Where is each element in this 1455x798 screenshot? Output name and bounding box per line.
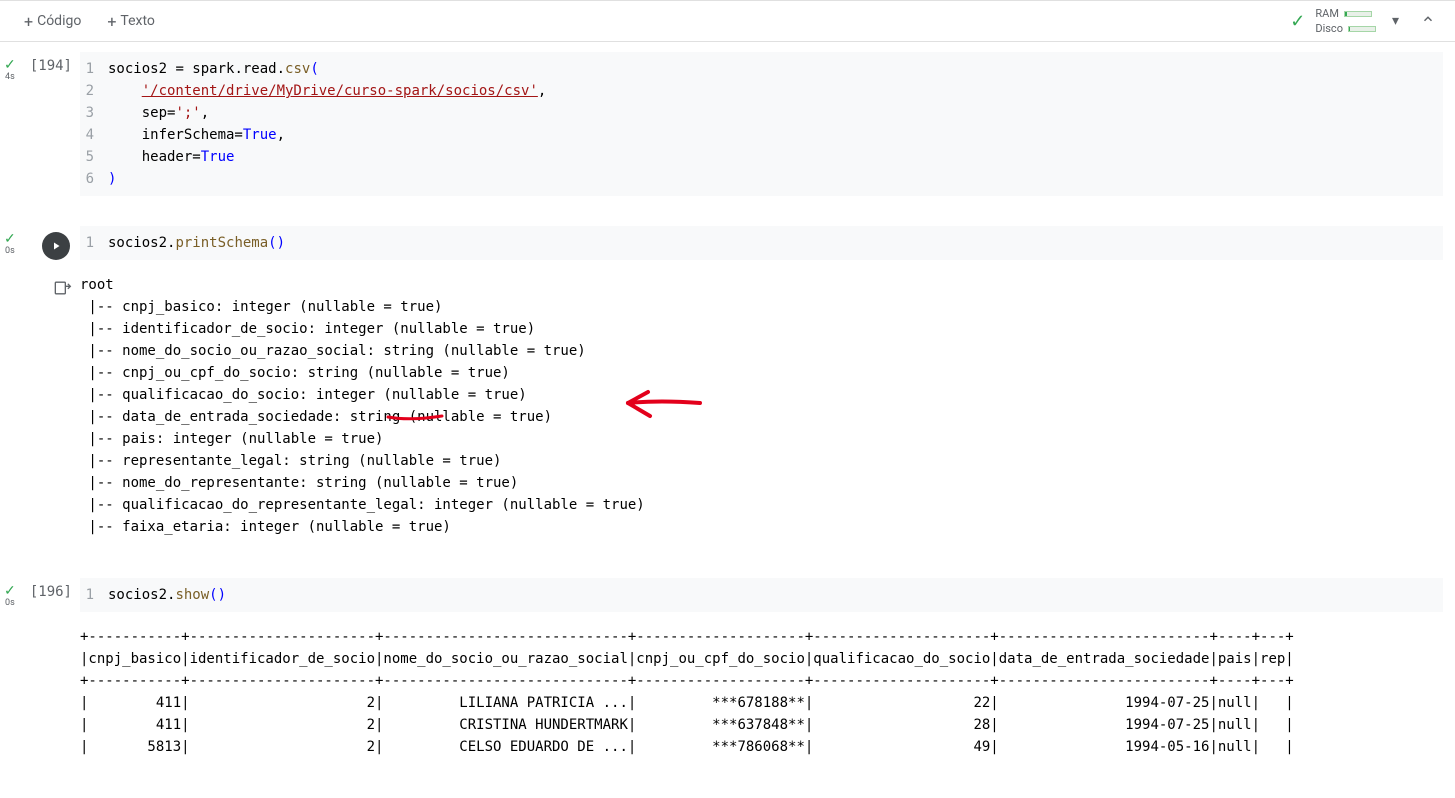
add-code-button[interactable]: + Código	[14, 8, 91, 35]
line-number: 6	[80, 168, 108, 190]
cell-gutter	[0, 268, 80, 548]
cell-content: 1socios2 = spark.read.csv(2 '/content/dr…	[80, 52, 1455, 196]
cell-gutter	[0, 620, 80, 758]
line-number: 1	[80, 232, 108, 254]
disk-bar	[1348, 26, 1376, 32]
run-cell-button[interactable]	[42, 232, 70, 260]
code-line: 4 inferSchema=True,	[80, 124, 1443, 146]
line-number: 5	[80, 146, 108, 168]
code-editor[interactable]: 1socios2 = spark.read.csv(2 '/content/dr…	[80, 52, 1443, 196]
resource-indicator[interactable]: RAM Disco	[1315, 7, 1376, 35]
code-text: inferSchema=True,	[108, 124, 285, 146]
code-text: '/content/drive/MyDrive/curso-spark/soci…	[108, 80, 546, 102]
toolbar: + Código + Texto ✓ RAM Disco ▾	[0, 0, 1455, 42]
line-number: 4	[80, 124, 108, 146]
cell-gutter: ✓0s	[0, 226, 80, 260]
code-line: 3 sep=';',	[80, 102, 1443, 124]
handdrawn-annotation	[80, 268, 800, 528]
exec-time: 0s	[5, 246, 15, 256]
code-text: socios2.show()	[108, 584, 226, 606]
code-text: )	[108, 168, 116, 190]
code-text: socios2 = spark.read.csv(	[108, 58, 319, 80]
code-line: 1socios2.show()	[80, 584, 1443, 606]
code-line: 6)	[80, 168, 1443, 190]
cell-content: 1socios2.show()	[80, 578, 1455, 612]
table-output: +-----------+----------------------+----…	[80, 620, 1443, 758]
code-cell: ✓0s [196] 1socios2.show()	[0, 574, 1455, 616]
status-check-icon: ✓	[1290, 11, 1305, 32]
code-line: 2 '/content/drive/MyDrive/curso-spark/so…	[80, 80, 1443, 102]
exec-time: 0s	[5, 598, 15, 608]
cell-content: 1socios2.printSchema()	[80, 226, 1455, 260]
resource-dropdown-button[interactable]: ▾	[1386, 9, 1405, 33]
ram-label: RAM	[1315, 7, 1339, 20]
code-editor[interactable]: 1socios2.printSchema()	[80, 226, 1443, 260]
notebook-cells: ✓4s[194]1socios2 = spark.read.csv(2 '/co…	[0, 42, 1455, 762]
disk-label: Disco	[1315, 22, 1343, 35]
code-line: 1socios2 = spark.read.csv(	[80, 58, 1443, 80]
code-text: sep=';',	[108, 102, 209, 124]
check-icon: ✓	[4, 58, 16, 72]
code-text: socios2.printSchema()	[108, 232, 285, 254]
plus-icon: +	[24, 12, 33, 31]
output-content: +-----------+----------------------+----…	[80, 620, 1455, 758]
check-icon: ✓	[4, 584, 16, 598]
exec-time: 4s	[5, 72, 15, 82]
line-number: 3	[80, 102, 108, 124]
exec-status: ✓0s	[4, 232, 16, 256]
code-editor[interactable]: 1socios2.show()	[80, 578, 1443, 612]
output-content: root |-- cnpj_basico: integer (nullable …	[80, 268, 1455, 548]
add-text-button[interactable]: + Texto	[97, 8, 165, 35]
check-icon: ✓	[4, 232, 16, 246]
toolbar-left: + Código + Texto	[14, 8, 165, 35]
code-cell: ✓4s [194] 1socios2 = spark.read.csv(2 '/co…	[0, 48, 1455, 200]
line-number: 1	[80, 584, 108, 606]
exec-status: ✓4s	[4, 58, 16, 82]
clear-output-button[interactable]	[52, 274, 72, 302]
plus-icon: +	[107, 12, 116, 31]
code-line: 1socios2.printSchema()	[80, 232, 1443, 254]
add-text-label: Texto	[120, 13, 154, 29]
code-text: header=True	[108, 146, 234, 168]
code-line: 5 header=True	[80, 146, 1443, 168]
exec-status: ✓0s	[4, 584, 16, 608]
output-cell: +-----------+----------------------+----…	[0, 616, 1455, 762]
output-cell: root |-- cnpj_basico: integer (nullable …	[0, 264, 1455, 552]
collapse-toolbar-button[interactable]	[1415, 8, 1441, 34]
code-cell: ✓0s 1socios2.printSchema()	[0, 222, 1455, 264]
toolbar-right: ✓ RAM Disco ▾	[1290, 7, 1441, 35]
exec-count: [194]	[30, 58, 72, 74]
exec-count: [196]	[30, 584, 72, 600]
line-number: 2	[80, 80, 108, 102]
ram-bar	[1344, 11, 1372, 17]
cell-gutter: ✓4s [194]	[0, 52, 80, 196]
schema-output: root |-- cnpj_basico: integer (nullable …	[80, 268, 1443, 548]
line-number: 1	[80, 58, 108, 80]
add-code-label: Código	[37, 13, 81, 29]
cell-gutter: ✓0s [196]	[0, 578, 80, 612]
